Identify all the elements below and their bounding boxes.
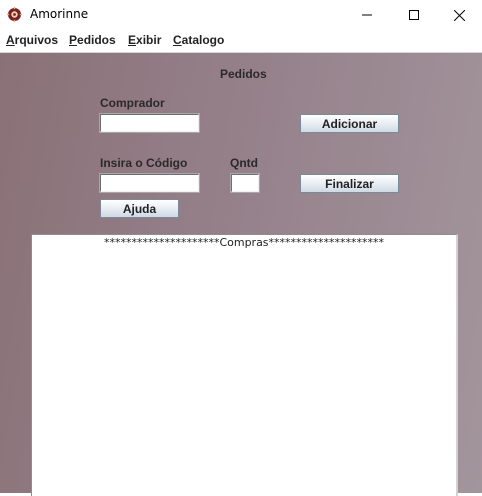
close-icon [453,9,465,21]
menu-arquivos-label: rquivos [14,33,59,47]
menu-catalogo[interactable]: Catalogo [173,33,224,47]
menu-exibir-mnemonic: E [128,33,137,47]
menu-exibir[interactable]: Exibir [128,33,161,47]
purchases-textarea[interactable]: *********************Compras************… [31,234,458,496]
buyer-label: Comprador [100,96,165,110]
menu-bar: Arquivos Pedidos Exibir Catalogo [0,30,482,53]
menu-pedidos[interactable]: Pedidos [69,33,116,47]
maximize-icon [409,10,419,20]
purchases-header-text: *********************Compras************… [103,236,385,249]
code-input[interactable] [99,173,200,193]
buyer-input[interactable] [99,113,200,133]
close-button[interactable] [436,0,482,30]
help-button[interactable]: Ajuda [100,199,179,218]
minimize-icon [362,14,372,16]
orders-panel: Pedidos Comprador Adicionar Insira o Cód… [0,53,482,496]
finish-button[interactable]: Finalizar [300,174,399,193]
menu-pedidos-mnemonic: P [69,33,78,47]
maximize-button[interactable] [391,0,437,30]
menu-arquivos[interactable]: Arquivos [6,33,58,47]
app-icon [7,7,22,22]
menu-catalogo-label: atalogo [181,33,225,47]
menu-pedidos-label: edidos [77,33,116,47]
add-button[interactable]: Adicionar [300,114,399,133]
title-bar: Amorinne [0,0,482,30]
quantity-label: Qntd [230,156,258,170]
menu-catalogo-mnemonic: C [173,33,182,47]
menu-arquivos-mnemonic: A [6,33,15,47]
panel-heading: Pedidos [220,67,267,81]
minimize-button[interactable] [344,0,390,30]
window-title: Amorinne [30,7,89,21]
quantity-input[interactable] [230,173,260,193]
menu-exibir-label: xibir [136,33,162,47]
code-label: Insira o Código [100,156,188,170]
